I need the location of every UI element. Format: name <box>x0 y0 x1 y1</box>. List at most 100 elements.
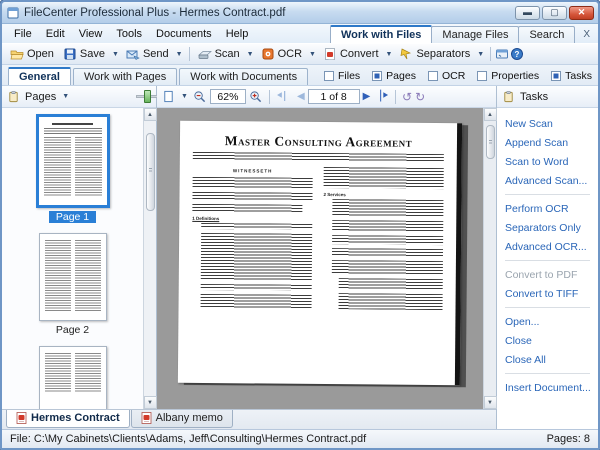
zoom-level-input[interactable]: 62% <box>210 89 246 104</box>
zoom-out-icon[interactable] <box>193 90 207 104</box>
menu-view[interactable]: View <box>73 26 109 42</box>
ocr-button[interactable]: OCR <box>257 46 306 62</box>
menu-documents[interactable]: Documents <box>150 26 218 42</box>
page-view-icon[interactable] <box>162 90 176 104</box>
properties-checkbox[interactable] <box>477 71 487 81</box>
mode-tabs: Work with Files Manage Files Search X <box>331 24 598 43</box>
zoom-in-icon[interactable] <box>249 90 263 104</box>
help-icon[interactable]: ? <box>510 47 524 61</box>
menu-edit[interactable]: Edit <box>40 26 71 42</box>
tab-search[interactable]: Search <box>518 26 575 43</box>
pages-panel-title: Pages <box>25 91 56 103</box>
scroll-down-icon[interactable]: ▼ <box>144 396 157 409</box>
thumbnail-scrollbar[interactable]: ▲ ▼ <box>143 108 156 409</box>
separators-dropdown-caret[interactable]: ▼ <box>475 51 486 58</box>
menu-file[interactable]: File <box>8 26 38 42</box>
save-button[interactable]: Save <box>59 46 109 62</box>
task-open[interactable]: Open... <box>505 312 598 331</box>
tab-work-with-pages[interactable]: Work with Pages <box>73 68 177 85</box>
task-close[interactable]: Close <box>505 331 598 350</box>
slider-thumb[interactable] <box>144 90 151 103</box>
svg-text:?: ? <box>515 50 520 59</box>
pages-dropdown-caret[interactable]: ▼ <box>60 93 71 100</box>
clipboard-icon <box>7 90 21 104</box>
tab-work-with-documents[interactable]: Work with Documents <box>179 68 308 85</box>
rotate-left-icon[interactable]: ↺ <box>402 90 412 104</box>
page-thumbnail-2[interactable]: Page 2 <box>2 233 143 336</box>
toggle-tasks[interactable]: Tasks <box>551 70 592 82</box>
toggle-files[interactable]: Files <box>324 70 360 82</box>
task-divider <box>505 307 590 308</box>
task-insert-document[interactable]: Insert Document... <box>505 378 598 397</box>
send-button[interactable]: Send <box>122 46 173 62</box>
toggle-properties[interactable]: Properties <box>477 70 539 82</box>
document-preview: Master Consulting Agreement WITNESSETH 1… <box>157 108 496 409</box>
rotate-right-icon[interactable]: ↻ <box>415 90 425 104</box>
status-file-path: File: C:\My Cabinets\Clients\Adams, Jeff… <box>10 433 366 445</box>
preview-scrollbar-thumb[interactable] <box>486 125 495 159</box>
task-advanced-scan[interactable]: Advanced Scan... <box>505 171 598 190</box>
send-dropdown-caret[interactable]: ▼ <box>174 51 185 58</box>
previous-page-button[interactable]: ◀ <box>297 92 305 102</box>
menu-tools[interactable]: Tools <box>110 26 148 42</box>
toggle-ocr[interactable]: OCR <box>428 70 465 82</box>
scroll-up-icon[interactable]: ▲ <box>144 108 157 121</box>
convert-button[interactable]: Convert <box>319 46 383 62</box>
tab-work-with-files[interactable]: Work with Files <box>330 25 432 43</box>
ocr-dropdown-caret[interactable]: ▼ <box>307 51 318 58</box>
scrollbar-thumb[interactable] <box>146 133 155 211</box>
open-button[interactable]: Open <box>6 46 58 62</box>
pages-checkbox[interactable] <box>372 71 382 81</box>
task-list: New Scan Append Scan Scan to Word Advanc… <box>497 108 598 429</box>
task-scan-to-word[interactable]: Scan to Word <box>505 152 598 171</box>
ocr-checkbox[interactable] <box>428 71 438 81</box>
thumbnail-size-slider[interactable] <box>136 90 151 103</box>
console-icon[interactable] <box>495 47 509 61</box>
task-convert-to-tiff[interactable]: Convert to TIFF <box>505 284 598 303</box>
close-button[interactable]: ✕ <box>569 6 594 20</box>
page-view-caret[interactable]: ▼ <box>179 93 190 100</box>
preview-scrollbar[interactable]: ▲ ▼ <box>483 108 496 409</box>
convert-dropdown-caret[interactable]: ▼ <box>384 51 395 58</box>
app-icon <box>6 6 20 20</box>
document-page[interactable]: Master Consulting Agreement WITNESSETH 1… <box>178 121 462 385</box>
doc-tab-albany-memo[interactable]: Albany memo <box>131 410 233 428</box>
toggle-pages[interactable]: Pages <box>372 70 416 82</box>
pages-panel: Pages ▼ <box>2 86 157 409</box>
task-advanced-ocr[interactable]: Advanced OCR... <box>505 237 598 256</box>
task-separators-only[interactable]: Separators Only <box>505 218 598 237</box>
task-append-scan[interactable]: Append Scan <box>505 133 598 152</box>
task-close-all[interactable]: Close All <box>505 350 598 369</box>
last-page-button[interactable]: ▕⯈ <box>373 92 389 102</box>
document-title: Master Consulting Agreement <box>193 133 444 151</box>
separators-button[interactable]: Separators <box>395 46 474 62</box>
tab-manage-files[interactable]: Manage Files <box>431 26 519 43</box>
preview-scroll-down-icon[interactable]: ▼ <box>484 396 497 409</box>
scan-dropdown-caret[interactable]: ▼ <box>245 51 256 58</box>
page-indicator[interactable]: 1 of 8 <box>308 89 360 104</box>
tasks-checkbox[interactable] <box>551 71 561 81</box>
tabs-close-button[interactable]: X <box>575 26 598 43</box>
scan-button[interactable]: Scan <box>194 46 244 62</box>
tab-general[interactable]: General <box>8 67 71 85</box>
next-page-button[interactable]: ▶ <box>363 92 371 102</box>
menu-help[interactable]: Help <box>220 26 255 42</box>
preview-scroll-up-icon[interactable]: ▲ <box>484 108 497 121</box>
task-new-scan[interactable]: New Scan <box>505 114 598 133</box>
page-thumbnail-1[interactable]: Page 1 <box>2 114 143 223</box>
page-thumbnail-3[interactable] <box>2 346 143 409</box>
task-perform-ocr[interactable]: Perform OCR <box>505 199 598 218</box>
page-2-label: Page 2 <box>49 324 96 336</box>
status-bar: File: C:\My Cabinets\Clients\Adams, Jeff… <box>2 429 598 448</box>
title-bar: FileCenter Professional Plus - Hermes Co… <box>2 2 598 24</box>
save-dropdown-caret[interactable]: ▼ <box>110 51 121 58</box>
task-convert-to-pdf: Convert to PDF <box>505 265 598 284</box>
first-page-button[interactable]: ⯇▏ <box>276 92 294 102</box>
preview-toolbar: ▼ 62% ⯇▏ ◀ 1 of 8 ▶ ▕⯈ ↺ ↻ <box>157 86 496 108</box>
pages-panel-header: Pages ▼ <box>2 86 156 108</box>
doc-tab-hermes-contract[interactable]: Hermes Contract <box>6 410 130 428</box>
maximize-button[interactable]: ▢ <box>542 6 567 20</box>
files-checkbox[interactable] <box>324 71 334 81</box>
task-divider <box>505 260 590 261</box>
minimize-button[interactable]: ▬ <box>515 6 540 20</box>
